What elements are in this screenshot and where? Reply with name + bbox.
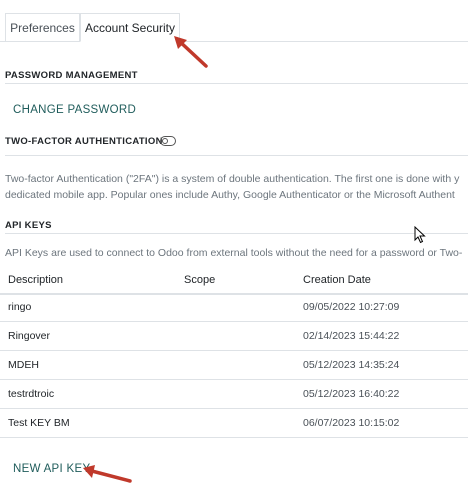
password-management-heading: PASSWORD MANAGEMENT — [5, 70, 138, 81]
table-row[interactable]: Test KEY BM 06/07/2023 10:15:02 — [0, 409, 468, 438]
row-creation-date: 05/12/2023 14:35:24 — [303, 359, 400, 371]
row-description: MDEH — [8, 359, 39, 371]
tab-preferences[interactable]: Preferences — [5, 13, 80, 41]
mouse-cursor-icon — [414, 226, 426, 244]
divider — [5, 83, 468, 84]
tab-account-security[interactable]: Account Security — [80, 13, 180, 42]
column-header-description[interactable]: Description — [8, 274, 63, 286]
divider — [5, 233, 468, 234]
api-keys-description: API Keys are used to connect to Odoo fro… — [5, 247, 463, 259]
row-creation-date: 05/12/2023 16:40:22 — [303, 388, 400, 400]
table-footer-divider — [0, 437, 468, 438]
tab-bar: Preferences Account Security — [0, 0, 468, 42]
two-factor-toggle[interactable] — [160, 136, 176, 146]
two-factor-description-line2: dedicated mobile app. Popular ones inclu… — [5, 189, 455, 201]
table-row[interactable]: MDEH 05/12/2023 14:35:24 — [0, 351, 468, 380]
column-header-creation-date[interactable]: Creation Date — [303, 274, 371, 286]
two-factor-description-line1: Two-factor Authentication ("2FA") is a s… — [5, 173, 460, 185]
row-description: Test KEY BM — [8, 417, 70, 429]
annotation-arrow-icon — [174, 36, 208, 68]
row-description: testrdtroic — [8, 388, 55, 400]
row-creation-date: 09/05/2022 10:27:09 — [303, 301, 400, 313]
change-password-button[interactable]: CHANGE PASSWORD — [13, 104, 136, 116]
table-row[interactable]: Ringover 02/14/2023 15:44:22 — [0, 322, 468, 351]
table-row[interactable]: testrdtroic 05/12/2023 16:40:22 — [0, 380, 468, 409]
toggle-knob-icon — [162, 138, 168, 144]
table-header: Description Scope Creation Date — [0, 269, 468, 295]
row-creation-date: 06/07/2023 10:15:02 — [303, 417, 400, 429]
two-factor-heading: TWO-FACTOR AUTHENTICATION — [5, 136, 163, 147]
column-header-scope[interactable]: Scope — [184, 274, 215, 286]
table-row[interactable]: ringo 09/05/2022 10:27:09 — [0, 293, 468, 322]
row-creation-date: 02/14/2023 15:44:22 — [303, 330, 400, 342]
annotation-arrow-icon — [83, 465, 132, 483]
row-description: ringo — [8, 301, 32, 313]
row-description: Ringover — [8, 330, 51, 342]
divider — [5, 155, 468, 156]
api-keys-heading: API KEYS — [5, 220, 52, 231]
